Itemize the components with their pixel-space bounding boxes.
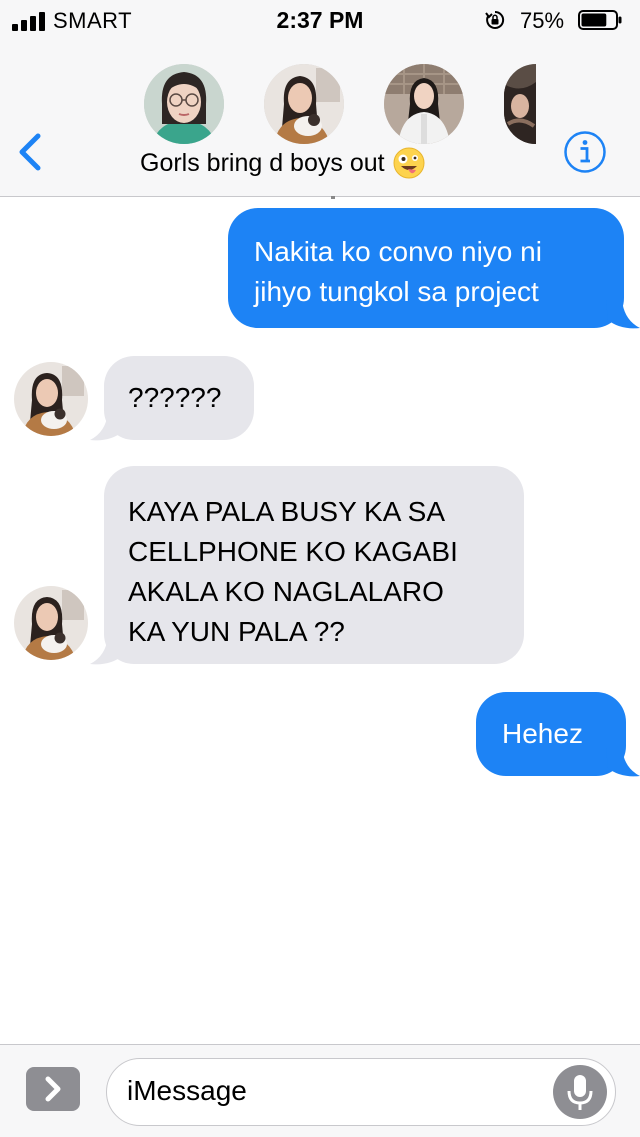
info-icon[interactable] — [563, 130, 607, 174]
member-avatar[interactable] — [264, 64, 344, 144]
zany-face-emoji-icon — [393, 147, 425, 179]
message-text-line: jihyo tungkol sa project — [254, 276, 539, 307]
group-name[interactable]: Gorls bring d boys out — [140, 147, 425, 179]
battery-icon — [578, 10, 622, 30]
message-text-line: CELLPHONE KO KAGABI — [128, 536, 458, 567]
group-name-label: Gorls bring d boys out — [140, 148, 385, 177]
incoming-message-bubble[interactable]: KAYA PALA BUSY KA SA CELLPHONE KO KAGABI… — [104, 466, 524, 664]
sender-avatar[interactable] — [14, 362, 88, 436]
message-text-line: KAYA PALA BUSY KA SA — [128, 496, 445, 527]
input-placeholder: iMessage — [127, 1075, 247, 1106]
scroll-indicator — [331, 196, 335, 199]
member-avatar[interactable] — [144, 64, 224, 144]
bubble-tail — [606, 300, 640, 329]
battery-percent: 75% — [520, 8, 565, 33]
microphone-icon — [567, 1075, 593, 1110]
bubble-tail — [90, 412, 124, 441]
status-bar: SMART 2:37 PM 75% — [0, 0, 640, 40]
apps-toggle-button[interactable] — [26, 1067, 80, 1111]
message-text-line: KA YUN PALA ?? — [128, 616, 345, 647]
message-text-line: AKALA KO NAGLALARO — [128, 576, 444, 607]
bubble-tail — [90, 636, 124, 665]
rotation-lock-icon — [485, 10, 505, 29]
imessage-input[interactable]: iMessage — [106, 1058, 616, 1126]
outgoing-message-bubble[interactable]: Hehez — [476, 692, 626, 776]
member-avatar[interactable] — [384, 64, 464, 144]
message-text-line: ?????? — [128, 382, 222, 413]
message-text-line: Nakita ko convo niyo ni — [254, 236, 542, 267]
back-chevron-icon[interactable] — [14, 128, 48, 176]
dictation-button[interactable] — [553, 1065, 607, 1119]
input-bar: iMessage — [0, 1044, 640, 1137]
member-avatar[interactable] — [504, 64, 536, 144]
group-members-avatars[interactable] — [0, 64, 640, 146]
incoming-message-bubble[interactable]: ?????? — [104, 356, 254, 440]
chevron-right-icon — [45, 1076, 61, 1102]
outgoing-message-bubble[interactable]: Nakita ko convo niyo ni jihyo tungkol sa… — [228, 208, 624, 328]
bubble-tail — [606, 748, 640, 777]
conversation-header: SMART 2:37 PM 75% Gorls bring d boys out — [0, 0, 640, 197]
sender-avatar[interactable] — [14, 586, 88, 660]
